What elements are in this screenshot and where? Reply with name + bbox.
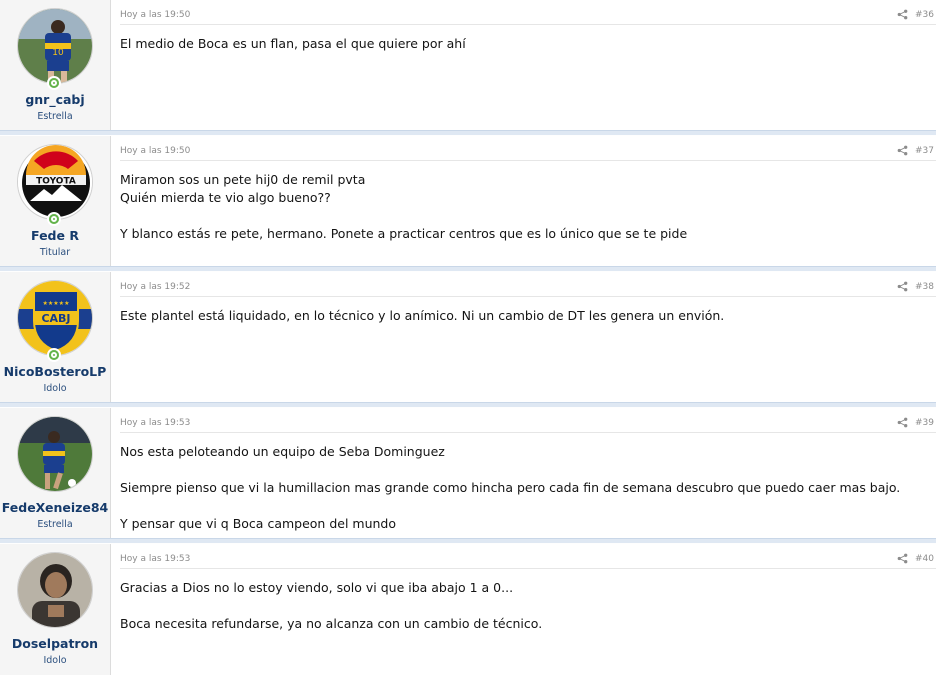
post-body: Nos esta peloteando un equipo de Seba Do… (120, 443, 926, 533)
post-body: Este plantel está liquidado, en lo técni… (120, 307, 926, 325)
post-body: Miramon sos un pete hij0 de remil pvta Q… (120, 171, 926, 243)
post-content: Hoy a las 19:53 #39 Nos esta peloteando … (111, 408, 936, 543)
svg-text:10: 10 (52, 48, 64, 58)
post-line: Este plantel está liquidado, en lo técni… (120, 308, 725, 323)
post: CABJ ★★★★★ NicoBosteroLP Idolo Hoy a las… (0, 272, 936, 407)
post-number[interactable]: #39 (915, 418, 934, 428)
post-number[interactable]: #40 (915, 554, 934, 564)
player-photo-avatar-icon (18, 417, 92, 491)
share-icon[interactable] (897, 553, 908, 564)
post-header: Hoy a las 19:53 #39 (120, 408, 936, 433)
user-cell: 10 gnr_cabj Estrella (0, 0, 111, 135)
post-line (120, 597, 926, 615)
avatar[interactable] (17, 552, 93, 628)
post-content: Hoy a las 19:50 #36 El medio de Boca es … (111, 0, 936, 135)
post-content: Hoy a las 19:53 #40 Gracias a Dios no lo… (111, 544, 936, 675)
post-line: Gracias a Dios no lo estoy viendo, solo … (120, 580, 514, 595)
user-title: Estrella (37, 111, 73, 122)
post-line (120, 207, 926, 225)
post-header: Hoy a las 19:52 #38 (120, 272, 936, 297)
share-icon[interactable] (897, 281, 908, 292)
toyota-logo-avatar-icon: TOYOTA (18, 145, 92, 219)
post-number[interactable]: #38 (915, 282, 934, 292)
post-header: Hoy a las 19:50 #37 (120, 136, 936, 161)
player-photo-avatar-icon: 10 (18, 9, 92, 83)
post-line: Boca necesita refundarse, ya no alcanza … (120, 616, 543, 631)
post-line: Nos esta peloteando un equipo de Seba Do… (120, 444, 445, 459)
share-icon[interactable] (897, 145, 908, 156)
post-line: Quién mierda te vio algo bueno?? (120, 190, 331, 205)
post: FedeXeneize84 Estrella Hoy a las 19:53 #… (0, 408, 936, 543)
online-status-icon (47, 212, 61, 226)
post-line (120, 461, 926, 479)
post-content: Hoy a las 19:50 #37 Miramon sos un pete … (111, 136, 936, 271)
post-date[interactable]: Hoy a las 19:50 (120, 146, 190, 156)
avatar[interactable] (17, 416, 93, 492)
avatar[interactable]: TOYOTA (17, 144, 93, 220)
post-body: El medio de Boca es un flan, pasa el que… (120, 35, 926, 53)
thread: 10 gnr_cabj Estrella Hoy a las 19:50 #36 (0, 0, 936, 675)
cabj-crest-avatar-icon: CABJ ★★★★★ (18, 281, 92, 355)
user-title: Idolo (43, 383, 67, 394)
online-status-icon (47, 348, 61, 362)
post-number[interactable]: #37 (915, 146, 934, 156)
post-date[interactable]: Hoy a las 19:52 (120, 282, 190, 292)
post-line: Y pensar que vi q Boca campeon del mundo (120, 516, 396, 531)
post-line: Y blanco estás re pete, hermano. Ponete … (120, 226, 688, 241)
username[interactable]: Fede R (0, 228, 110, 243)
avatar[interactable]: CABJ ★★★★★ (17, 280, 93, 356)
user-cell: TOYOTA Fede R Titular (0, 136, 111, 271)
post-content: Hoy a las 19:52 #38 Este plantel está li… (111, 272, 936, 407)
user-cell: Doselpatron Idolo (0, 544, 111, 675)
avatar[interactable]: 10 (17, 8, 93, 84)
post-header: Hoy a las 19:50 #36 (120, 0, 936, 25)
user-title: Idolo (43, 655, 67, 666)
post-header: Hoy a las 19:53 #40 (120, 544, 936, 569)
post-date[interactable]: Hoy a las 19:53 (120, 554, 190, 564)
post: Doselpatron Idolo Hoy a las 19:53 #40 Gr… (0, 544, 936, 675)
post-number[interactable]: #36 (915, 10, 934, 20)
username[interactable]: Doselpatron (0, 636, 110, 651)
user-cell: FedeXeneize84 Estrella (0, 408, 111, 543)
post: 10 gnr_cabj Estrella Hoy a las 19:50 #36 (0, 0, 936, 135)
username[interactable]: FedeXeneize84 (0, 500, 110, 515)
user-title: Estrella (37, 519, 73, 530)
post-line (120, 497, 926, 515)
user-title: Titular (39, 247, 71, 258)
share-icon[interactable] (897, 9, 908, 20)
svg-text:★★★★★: ★★★★★ (43, 300, 70, 307)
post-date[interactable]: Hoy a las 19:50 (120, 10, 190, 20)
post: TOYOTA Fede R Titular Hoy a las 19:50 #3… (0, 136, 936, 271)
share-icon[interactable] (897, 417, 908, 428)
svg-text:TOYOTA: TOYOTA (36, 177, 76, 187)
post-line: Siempre pienso que vi la humillacion mas… (120, 480, 901, 495)
online-status-icon (47, 76, 61, 90)
svg-text:CABJ: CABJ (41, 312, 70, 325)
post-date[interactable]: Hoy a las 19:53 (120, 418, 190, 428)
username[interactable]: gnr_cabj (0, 92, 110, 107)
username[interactable]: NicoBosteroLP (0, 364, 110, 379)
post-line: El medio de Boca es un flan, pasa el que… (120, 36, 466, 51)
portrait-photo-avatar-icon (18, 553, 92, 627)
user-cell: CABJ ★★★★★ NicoBosteroLP Idolo (0, 272, 111, 407)
post-body: Gracias a Dios no lo estoy viendo, solo … (120, 579, 926, 633)
post-line: Miramon sos un pete hij0 de remil pvta (120, 172, 366, 187)
